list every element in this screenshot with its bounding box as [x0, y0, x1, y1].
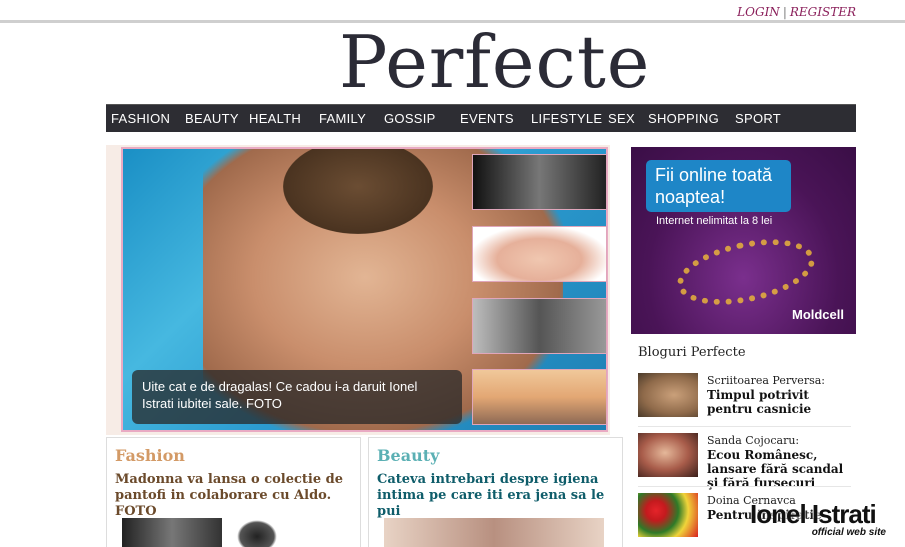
fashion-card-image[interactable] [122, 518, 222, 547]
nav-item-gossip[interactable]: GOSSIP [384, 111, 436, 126]
blog-item[interactable]: Sanda Cojocaru: Ecou Românesc, lansare f… [638, 433, 853, 490]
nav-item-lifestyle[interactable]: LIFESTYLE [531, 111, 602, 126]
blog-thumb [638, 433, 698, 477]
blog-item[interactable]: Scriitoarea Perversa: Timpul potrivit pe… [638, 373, 853, 427]
blog-title[interactable]: Ecou Românesc, lansare fără scandal şi f… [707, 448, 853, 490]
nav-item-sport[interactable]: SPORT [735, 111, 781, 126]
fashion-card: Fashion Madonna va lansa o colectie de p… [106, 437, 361, 547]
nav-item-health[interactable]: HEALTH [249, 111, 301, 126]
ad-subline: Internet nelimitat la 8 lei [656, 215, 773, 227]
gallery-thumb-3[interactable] [472, 298, 607, 354]
blog-title[interactable]: Timpul potrivit pentru casnicie [707, 388, 853, 416]
nav-item-shopping[interactable]: SHOPPING [648, 111, 719, 126]
beauty-card-image[interactable] [384, 518, 604, 547]
blog-thumb [638, 373, 698, 417]
blog-divider [638, 486, 851, 487]
blog-thumb [638, 493, 698, 537]
register-link[interactable]: REGISTER [790, 5, 856, 19]
blog-author: Sanda Cojocaru: [707, 434, 800, 447]
blog-author: Scriitoarea Perversa: [707, 374, 825, 387]
hero-caption[interactable]: Uite cat e de dragalas! Ce cadou i-a dar… [132, 370, 462, 424]
nav-item-events[interactable]: EVENTS [460, 111, 514, 126]
watermark: Ionel Istrati official web site [750, 499, 900, 545]
beauty-card: Beauty Cateva intrebari despre igiena in… [368, 437, 623, 547]
beauty-category-label[interactable]: Beauty [377, 446, 439, 465]
gallery-thumb-2[interactable] [472, 226, 607, 282]
blog-divider [638, 426, 851, 427]
ad-infinity-graphic [671, 228, 821, 316]
nav-item-fashion[interactable]: FASHION [111, 111, 170, 126]
fashion-headline[interactable]: Madonna va lansa o colectie de pantofi i… [115, 472, 350, 520]
main-nav: FASHION BEAUTY HEALTH FAMILY GOSSIP EVEN… [106, 104, 856, 132]
login-link[interactable]: LOGIN [737, 5, 780, 19]
gallery-thumb-4[interactable] [472, 369, 607, 425]
nav-item-sex[interactable]: SEX [608, 111, 635, 126]
watermark-name: Ionel Istrati [750, 499, 877, 529]
fashion-category-label[interactable]: Fashion [115, 446, 185, 465]
moldcell-ad-banner[interactable]: Fii online toată noaptea! Internet nelim… [631, 147, 856, 334]
watermark-tagline: official web site [811, 527, 886, 538]
blogs-heading: Bloguri Perfecte [638, 345, 746, 360]
fashion-card-image-2[interactable] [237, 520, 277, 547]
beauty-headline[interactable]: Cateva intrebari despre igiena intima pe… [377, 472, 612, 520]
gallery-thumb-1[interactable] [472, 154, 607, 210]
site-logo[interactable]: Perfecte [339, 24, 649, 100]
nav-item-family[interactable]: FAMILY [319, 111, 366, 126]
ad-headline: Fii online toată noaptea! [646, 160, 791, 212]
ad-brand-logo: Moldcell [791, 307, 844, 322]
auth-links: LOGIN | REGISTER [737, 5, 856, 19]
auth-separator: | [782, 5, 787, 19]
nav-item-beauty[interactable]: BEAUTY [185, 111, 239, 126]
